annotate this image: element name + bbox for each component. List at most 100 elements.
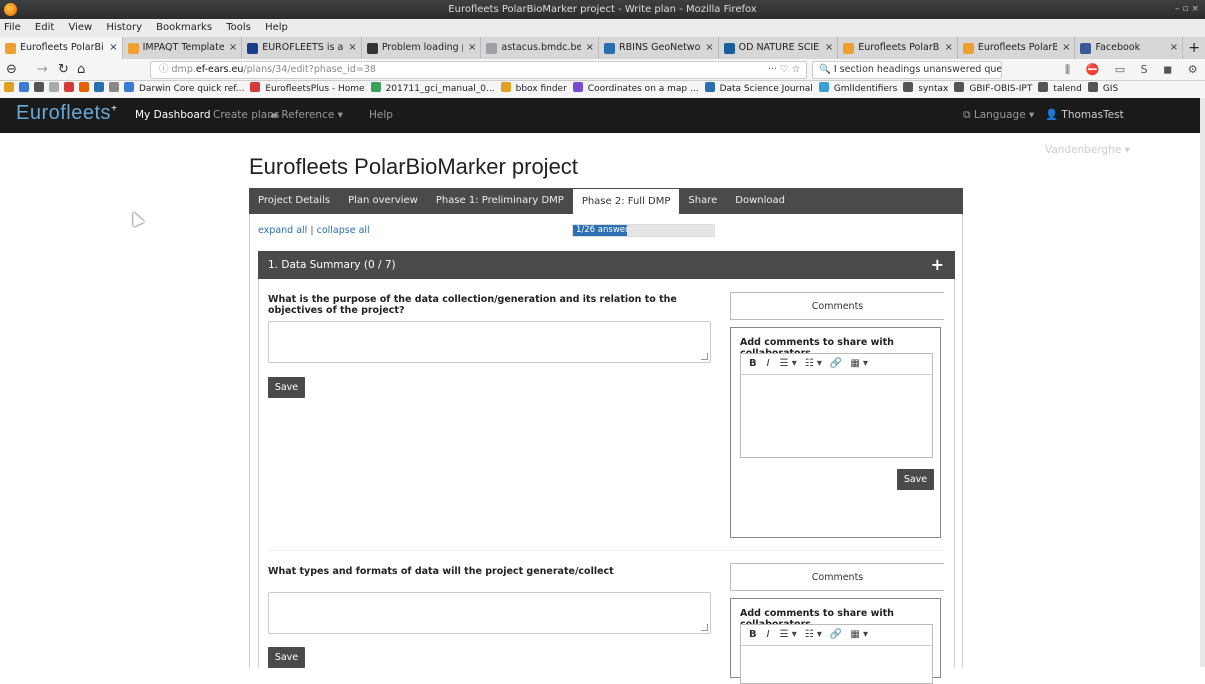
nav-help[interactable]: Help [369,98,393,133]
tab-label: OD NATURE SCIENTIF [738,42,820,53]
tab-download[interactable]: Download [726,188,794,214]
browser-tab[interactable]: Problem loading pag × [362,37,482,59]
menu-bookmarks[interactable]: Bookmarks [156,22,212,33]
bookmark-favicon-icon [572,82,583,92]
question-1-comments-tab[interactable]: Comments [730,292,944,320]
browser-tab[interactable]: astacus.bmdc.be:808 × [481,37,600,59]
tab-share[interactable]: Share [679,188,726,214]
question-2-text: What types and formats of data will the … [268,566,614,577]
menu-help[interactable]: Help [265,22,288,33]
numbered-list-button[interactable]: ☷ ▾ [805,358,822,369]
tab-close-icon[interactable]: × [348,37,356,59]
question-1-text: What is the purpose of the data collecti… [268,294,677,316]
bookmark-icons[interactable] [4,82,124,94]
tab-project-details[interactable]: Project Details [249,188,339,214]
tab-close-icon[interactable]: × [825,37,833,59]
question-1-comment-editor[interactable]: B I ☰ ▾ ☷ ▾ 🔗 ▦ ▾ [740,353,933,458]
italic-button[interactable]: I [767,358,770,369]
tab-phase-1[interactable]: Phase 1: Preliminary DMP [427,188,573,214]
folder-icon [903,82,914,92]
window-title: Eurofleets PolarBioMarker project - Writ… [448,4,757,15]
bookmark-item[interactable]: Data Science Journal [704,82,813,94]
url-bar[interactable]: ⓘ dmp.ef-ears.eu/plans/34/edit?phase_id=… [150,61,807,79]
collapse-all-link[interactable]: collapse all [317,225,370,236]
browser-tab[interactable]: EUROFLEETS is aimin × [242,37,362,59]
tab-close-icon[interactable]: × [944,37,952,59]
tab-close-icon[interactable]: × [109,37,117,59]
browser-tab[interactable]: OD NATURE SCIENTIF × [719,37,839,59]
menu-history[interactable]: History [106,22,142,33]
browser-tab[interactable]: Eurofleets PolarBioM × [958,37,1076,59]
question-1-comment-save-button[interactable]: Save [897,469,934,490]
link-icon[interactable]: 🔗 [830,358,842,369]
question-1-answer-field[interactable] [268,321,711,363]
menu-tools[interactable]: Tools [226,22,251,33]
search-bar[interactable]: 🔍 I section headings unanswered question… [812,61,1002,79]
home-icon[interactable]: ⌂ [77,61,85,79]
italic-button[interactable]: I [767,629,770,640]
progress-fill: 1/26 answered [573,225,627,236]
bookmark-item[interactable]: Darwin Core quick ref... [124,82,244,94]
back-button[interactable]: ⊖ [6,61,17,79]
page-actions[interactable]: ··· ♡ ☆ [768,62,800,78]
nav-language[interactable]: ⧉ Language ▾ [963,98,1034,133]
table-button[interactable]: ▦ ▾ [850,358,868,369]
bullet-list-button[interactable]: ☰ ▾ [780,629,797,640]
bookmark-item[interactable]: EurofleetsPlus - Home [250,82,365,94]
bookmark-item[interactable]: GmlIdentifiers [818,82,897,94]
bold-button[interactable]: B [749,629,757,640]
forward-button[interactable]: → [37,61,48,79]
page-scrollbar[interactable] [1200,98,1205,667]
tab-close-icon[interactable]: × [468,37,476,59]
url-path: /plans/34/edit?phase_id=38 [243,64,376,75]
tab-close-icon[interactable]: × [705,37,713,59]
bookmark-item[interactable]: Coordinates on a map ... [572,82,699,94]
tab-close-icon[interactable]: × [229,37,237,59]
tab-close-icon[interactable]: × [1062,37,1070,59]
menu-view[interactable]: View [68,22,92,33]
bookmark-item[interactable]: 201711_gci_manual_0... [370,82,495,94]
nav-user-menu[interactable]: 👤 ThomasTest Vandenberghe ▾ [1045,98,1200,168]
tab-label: Eurofleets PolarBioM [858,42,940,53]
browser-tab[interactable]: RBINS GeoNetwork - I × [599,37,719,59]
question-2-comment-editor[interactable]: B I ☰ ▾ ☷ ▾ 🔗 ▦ ▾ [740,624,933,684]
bold-button[interactable]: B [749,358,757,369]
numbered-list-button[interactable]: ☷ ▾ [805,629,822,640]
nav-my-dashboard[interactable]: My Dashboard [135,98,211,133]
reload-icon[interactable]: ↻ [58,61,69,79]
tab-plan-overview[interactable]: Plan overview [339,188,427,214]
folder-icon [1087,82,1098,92]
question-1-save-button[interactable]: Save [268,377,305,398]
bookmark-item[interactable]: bbox finder [500,82,567,94]
menu-file[interactable]: File [4,22,21,33]
window-controls[interactable]: – ▫ × [1175,0,1199,19]
question-2-answer-field[interactable] [268,592,711,634]
browser-tab[interactable]: Eurofleets PolarBioM × [838,37,958,59]
browser-tab[interactable]: IMPAQT Template - E × [123,37,243,59]
nav-reference[interactable]: ▰ Reference ▾ [270,98,343,133]
info-icon[interactable]: ⓘ [159,64,172,75]
expand-icon[interactable]: + [931,251,944,279]
bullet-list-button[interactable]: ☰ ▾ [780,358,797,369]
question-2-comments-tab[interactable]: Comments [730,563,944,591]
firefox-icon [4,3,17,16]
section-header-data-summary[interactable]: 1. Data Summary (0 / 7) + [258,251,955,279]
bookmark-item[interactable]: talend [1038,82,1082,94]
tab-close-icon[interactable]: × [1170,37,1178,59]
new-tab-button[interactable]: + [1183,37,1205,59]
menu-edit[interactable]: Edit [35,22,54,33]
bookmark-item[interactable]: syntax [903,82,948,94]
tab-close-icon[interactable]: × [586,37,594,59]
bookmark-item[interactable]: GIS [1087,82,1118,94]
browser-tab[interactable]: Facebook × [1075,37,1184,59]
tab-phase-2[interactable]: Phase 2: Full DMP [572,189,680,214]
browser-tab[interactable]: Eurofleets PolarBioM × [0,37,123,59]
table-button[interactable]: ▦ ▾ [850,629,868,640]
eurofleets-logo[interactable]: Eurofleets+ [16,102,117,125]
expand-all-link[interactable]: expand all [258,225,307,236]
question-2-save-button[interactable]: Save [268,647,305,668]
tab-favicon-icon [723,42,735,54]
link-icon[interactable]: 🔗 [830,629,842,640]
tab-label: Eurofleets PolarBioM [977,42,1057,53]
bookmark-item[interactable]: GBIF-OBIS-IPT [954,82,1032,94]
